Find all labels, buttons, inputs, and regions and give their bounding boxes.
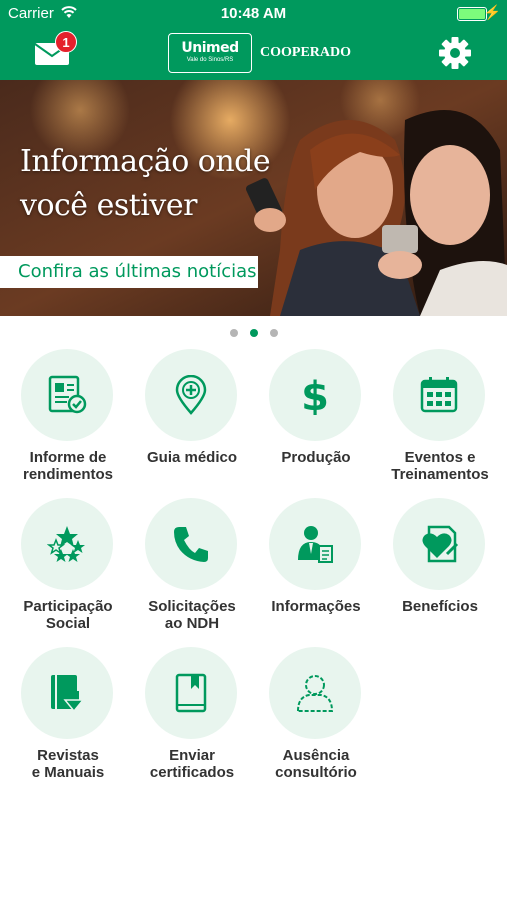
medical-location-pin-icon: [175, 375, 207, 415]
tile-label: Eventos e Treinamentos: [391, 449, 489, 483]
dollar-icon: $: [301, 375, 329, 415]
charging-icon: ⚡: [483, 4, 501, 20]
tile-circle: [269, 647, 361, 739]
tile-label: Revistas e Manuais: [31, 747, 105, 781]
battery-icon: [457, 7, 487, 21]
menu-producao[interactable]: $ Produção: [254, 349, 378, 489]
book-download-icon: [51, 675, 85, 713]
carousel-dot[interactable]: [229, 329, 238, 337]
tile-circle: [145, 647, 237, 739]
notification-badge: 1: [55, 31, 77, 53]
tile-label: Guia médico: [146, 449, 238, 466]
tile-circle: [145, 498, 237, 590]
menu-beneficios[interactable]: Benefícios: [378, 498, 502, 638]
banner-cta-button[interactable]: Confira as últimas notícias: [0, 256, 258, 288]
tile-label: Informe de rendimentos: [22, 449, 113, 483]
banner-headline-line2: você estiver: [20, 188, 197, 223]
tile-circle: [21, 498, 113, 590]
unimed-logo: Unimed Vale do Sinos/RS: [168, 33, 252, 73]
phone-icon: [174, 527, 208, 562]
calendar-icon: [420, 377, 458, 413]
status-bar: Carrier 10:48 AM ⚡: [0, 0, 507, 28]
app-header: 1 Unimed Vale do Sinos/RS COOPERADO: [0, 28, 507, 80]
tile-label: Ausência consultório: [275, 747, 357, 781]
settings-button[interactable]: [438, 36, 472, 70]
tile-circle: [393, 349, 485, 441]
tile-circle: [21, 647, 113, 739]
tile-label: Enviar certificados: [149, 747, 235, 781]
tile-label: Benefícios: [402, 598, 478, 615]
tile-label: Participação Social: [23, 598, 113, 632]
tile-circle: $: [269, 349, 361, 441]
menu-ausencia-consultorio[interactable]: Ausência consultório: [254, 647, 378, 787]
settings-gear-icon: [439, 37, 471, 69]
income-report-icon: [48, 375, 87, 414]
banner-cta-label: Confira as últimas notícias: [18, 261, 257, 282]
menu-informacoes[interactable]: Informações: [254, 498, 378, 638]
carousel-pagination: [0, 324, 507, 342]
tile-circle: [269, 498, 361, 590]
header-title: COOPERADO: [260, 45, 351, 60]
tile-circle: [21, 349, 113, 441]
menu-enviar-certificados[interactable]: Enviar certificados: [130, 647, 254, 787]
menu-guia-medico[interactable]: Guia médico: [130, 349, 254, 489]
tile-label: Informações: [271, 598, 361, 615]
logo-brand: Unimed: [181, 40, 239, 56]
clock: 10:48 AM: [220, 5, 287, 22]
banner-headline-line1: Informação onde: [20, 144, 271, 179]
carousel-dot[interactable]: [269, 329, 278, 337]
banner-headline: Informação onde você estiver: [20, 140, 271, 228]
logo-subtitle: Vale do Sinos/RS: [186, 57, 234, 63]
menu-participacao-social[interactable]: Participação Social: [6, 498, 130, 638]
tile-label: Produção: [281, 449, 351, 466]
tile-circle: [145, 349, 237, 441]
menu-eventos-treinamentos[interactable]: Eventos e Treinamentos: [378, 349, 502, 489]
absent-person-icon: [296, 675, 334, 712]
tile-circle: [393, 498, 485, 590]
stars-icon: [47, 526, 85, 562]
tile-label: Solicitações ao NDH: [148, 598, 236, 632]
menu-informe-rendimentos[interactable]: Informe de rendimentos: [6, 349, 130, 489]
svg-text:$: $: [301, 375, 329, 415]
news-banner[interactable]: Informação onde você estiver Confira as …: [0, 80, 507, 316]
menu-solicitacoes-ndh[interactable]: Solicitações ao NDH: [130, 498, 254, 638]
bookmark-book-icon: [175, 673, 207, 713]
menu-revistas-manuais[interactable]: Revistas e Manuais: [6, 647, 130, 787]
heart-document-icon: [422, 525, 459, 563]
carousel-dot-active[interactable]: [249, 329, 258, 337]
person-document-icon: [298, 526, 333, 563]
